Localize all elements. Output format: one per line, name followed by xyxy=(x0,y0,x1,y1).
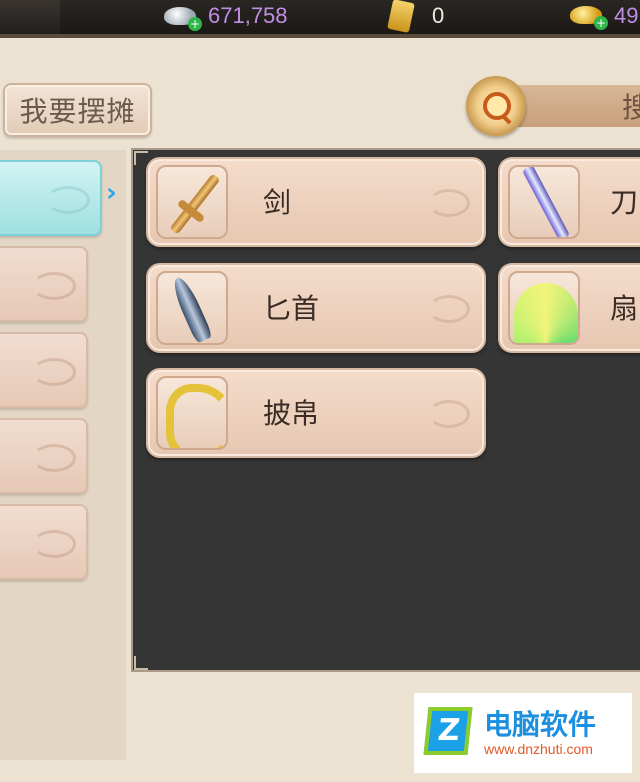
cloud-icon xyxy=(32,272,76,300)
ticket-icon xyxy=(387,0,415,33)
item-card-shawl[interactable]: 披帛 xyxy=(146,368,486,458)
search-label: 搜 xyxy=(621,91,640,124)
category-tab-active[interactable] xyxy=(0,160,102,236)
gold-amount: 49 xyxy=(614,3,639,28)
gold-currency[interactable]: + 49 xyxy=(568,0,638,32)
search-bar: 搜 xyxy=(466,76,640,136)
roof-decoration xyxy=(0,0,60,34)
blade-icon xyxy=(508,165,580,239)
ticket-currency[interactable]: 0 xyxy=(387,0,445,33)
sword-icon xyxy=(156,165,228,239)
corner-ornament xyxy=(134,656,148,670)
search-button[interactable] xyxy=(466,76,526,136)
dagger-icon xyxy=(156,271,228,345)
silver-ingot-icon: + xyxy=(162,3,202,31)
fan-icon xyxy=(508,271,580,345)
item-name: 扇 xyxy=(610,292,639,325)
item-name: 剑 xyxy=(263,186,292,219)
category-tab[interactable] xyxy=(0,332,88,408)
cloud-icon xyxy=(32,530,76,558)
item-card-fan[interactable]: 扇 xyxy=(498,263,640,353)
ticket-amount: 0 xyxy=(432,3,445,28)
category-tab[interactable] xyxy=(0,504,88,580)
shawl-icon xyxy=(156,376,228,450)
category-tab[interactable] xyxy=(0,246,88,322)
item-card-blade[interactable]: 刀 xyxy=(498,157,640,247)
item-name: 披帛 xyxy=(263,397,320,430)
item-name: 匕首 xyxy=(263,292,320,325)
cloud-icon xyxy=(46,186,90,214)
category-list xyxy=(0,150,126,760)
chevron-right-icon: › xyxy=(106,178,117,208)
category-tab[interactable] xyxy=(0,418,88,494)
corner-ornament xyxy=(134,151,148,165)
gold-ingot-icon: + xyxy=(568,2,608,30)
currency-bar: + 671,758 0 + 49 xyxy=(0,0,640,38)
item-card-sword[interactable]: 剑 xyxy=(146,157,486,247)
cloud-icon xyxy=(428,189,470,217)
watermark: Z 电脑软件 www.dnzhuti.com xyxy=(414,693,632,773)
watermark-url: www.dnzhuti.com xyxy=(484,741,593,757)
item-card-dagger[interactable]: 匕首 xyxy=(146,263,486,353)
item-name: 刀 xyxy=(610,186,639,219)
silver-amount: 671,758 xyxy=(208,3,288,28)
silver-currency[interactable]: + 671,758 xyxy=(162,0,288,32)
set-up-stall-button[interactable]: 我要摆摊 xyxy=(3,83,152,137)
cloud-icon xyxy=(32,444,76,472)
magnifier-icon xyxy=(483,92,511,120)
watermark-logo: Z xyxy=(423,707,473,755)
cloud-icon xyxy=(32,358,76,386)
search-field[interactable]: 搜 xyxy=(506,85,640,127)
watermark-title: 电脑软件 xyxy=(484,708,597,741)
cloud-icon xyxy=(428,295,470,323)
cloud-icon xyxy=(428,400,470,428)
